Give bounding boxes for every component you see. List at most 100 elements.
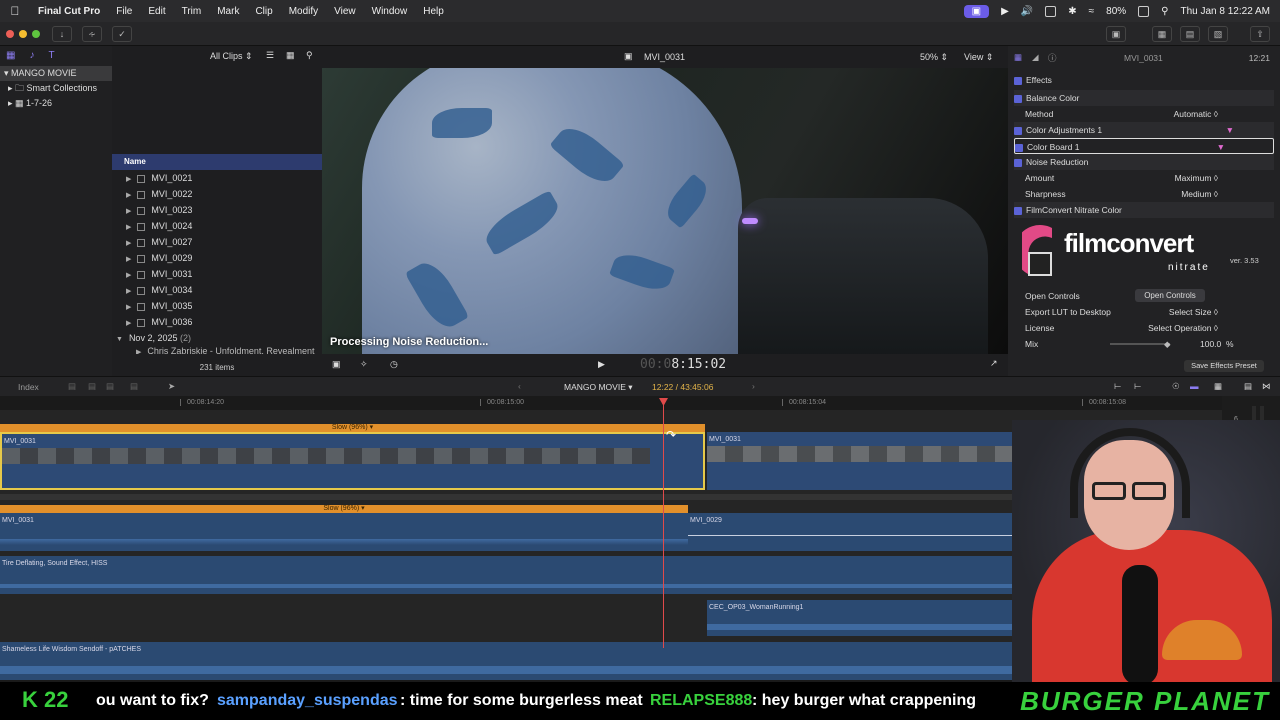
menu-help[interactable]: Help <box>415 6 452 17</box>
list-item[interactable]: ▶ Chris Zabriskie - Unfoldment, Revealmen… <box>112 346 322 354</box>
menu-mark[interactable]: Mark <box>209 6 247 17</box>
list-item[interactable]: ▶ MVI_0024 <box>112 218 322 234</box>
save-effects-preset-button[interactable]: Save Effects Preset <box>1184 360 1264 372</box>
menubar-clock[interactable]: Thu Jan 8 12:22 AM <box>1180 6 1270 17</box>
view-menu[interactable]: View ⇕ <box>964 52 993 63</box>
overwrite-clip-icon[interactable]: ▤ <box>130 381 138 392</box>
battery-icon[interactable] <box>1138 5 1150 17</box>
clip-appearance-icon[interactable]: ▦ <box>1214 381 1222 392</box>
timeline-toggle-icon[interactable]: ▤ <box>1180 26 1200 42</box>
menu-edit[interactable]: Edit <box>140 6 173 17</box>
select-tool-icon[interactable]: ➤ <box>168 381 175 392</box>
amount-select[interactable]: Maximum ◊ <box>1175 170 1218 186</box>
open-controls-button[interactable]: Open Controls <box>1135 289 1205 302</box>
sharpness-select[interactable]: Medium ◊ <box>1181 186 1218 202</box>
video-inspector-tab-icon[interactable]: ▦ <box>1014 52 1022 63</box>
index-button[interactable]: Index <box>18 382 39 392</box>
library-event-1-7-26[interactable]: ▸ ▦ 1-7-26 <box>0 96 112 111</box>
list-item[interactable]: ▶ MVI_0029 <box>112 250 322 266</box>
share-icon[interactable]: ⇧ <box>1250 26 1270 42</box>
effects-section[interactable]: Effects <box>1014 72 1274 88</box>
retime-bar[interactable]: Slow (96%) ▾ <box>0 505 688 513</box>
wifi-icon[interactable]: ≈ <box>1089 6 1095 17</box>
retime-bar[interactable]: Slow (96%) ▾ <box>0 424 705 432</box>
zoom-window-button[interactable] <box>32 30 40 38</box>
transitions-browser-icon[interactable]: ⋈ <box>1262 381 1271 392</box>
bluetooth-icon[interactable]: ✱ <box>1068 6 1076 17</box>
import-icon[interactable]: ↓ <box>52 26 72 42</box>
effect-color-board[interactable]: Color Board 1 ▼ <box>1014 138 1274 154</box>
list-item[interactable]: ▶ MVI_0027 <box>112 234 322 250</box>
play-icon[interactable]: ▶ <box>1001 6 1009 17</box>
background-tasks-icon[interactable]: ✓ <box>112 26 132 42</box>
noise-reduction-checkbox[interactable] <box>1014 158 1022 167</box>
display-icon[interactable] <box>1045 5 1057 17</box>
photos-audio-tab-icon[interactable]: ♪ <box>29 50 34 62</box>
libraries-tab-icon[interactable]: ▦ <box>6 50 15 62</box>
insert-clip-icon[interactable]: ▤ <box>88 381 96 392</box>
timecode-display[interactable]: 00:08:15:02 <box>640 357 726 372</box>
library-mango-movie[interactable]: ▾ MANGO MOVIE <box>0 66 112 81</box>
video-frame[interactable]: Processing Noise Reduction... <box>322 68 1008 354</box>
titles-generators-tab-icon[interactable]: T <box>48 50 54 62</box>
zoom-menu[interactable]: 50% ⇕ <box>920 52 948 63</box>
apple-menu-icon[interactable]:  <box>0 4 30 18</box>
speed-icon[interactable]: ◷ <box>390 359 398 370</box>
balance-color-checkbox[interactable] <box>1014 94 1022 103</box>
audio-clip[interactable]: MVI_0031 <box>0 513 688 551</box>
color-inspector-tab-icon[interactable]: ◢ <box>1032 52 1039 63</box>
app-menu[interactable]: Final Cut Pro <box>30 6 108 17</box>
list-view-icon[interactable]: ☰ <box>266 50 274 61</box>
audio-skimming-icon[interactable]: ⊢ <box>1114 381 1121 392</box>
clip-appearance-icon[interactable]: ▦ <box>286 50 295 61</box>
connect-clip-icon[interactable]: ▤ <box>68 381 76 392</box>
color-board-icon[interactable]: ▼ <box>1226 122 1234 138</box>
list-item[interactable]: ▶ MVI_0022 <box>112 186 322 202</box>
back-icon[interactable]: ‹ <box>518 381 521 391</box>
list-item[interactable]: ▶ MVI_0034 <box>112 282 322 298</box>
color-adjustments-checkbox[interactable] <box>1014 126 1022 135</box>
color-board-checkbox[interactable] <box>1015 143 1023 152</box>
mix-slider[interactable] <box>1110 343 1170 345</box>
effect-color-adjustments[interactable]: Color Adjustments 1 ▼ <box>1014 122 1274 138</box>
menu-trim[interactable]: Trim <box>174 6 210 17</box>
list-item[interactable]: ▶ MVI_0036 <box>112 314 322 330</box>
effects-browser-icon[interactable]: ▤ <box>1244 381 1252 392</box>
menu-modify[interactable]: Modify <box>281 6 326 17</box>
list-item[interactable]: ▶ MVI_0023 <box>112 202 322 218</box>
lut-size-select[interactable]: Select Size ◊ <box>1169 304 1218 320</box>
effect-filmconvert[interactable]: FilmConvert Nitrate Color <box>1014 202 1274 218</box>
snapping-icon[interactable]: ▬ <box>1190 381 1199 391</box>
timeline-ruler[interactable]: 00:08:14:20 00:08:15:00 00:08:15:04 00:0… <box>0 396 1222 410</box>
method-select[interactable]: Automatic ◊ <box>1174 106 1218 122</box>
inspector-toggle-icon[interactable]: ▧ <box>1208 26 1228 42</box>
list-item[interactable]: ▶ MVI_0021 <box>112 170 322 186</box>
browser-toggle-icon[interactable]: ▦ <box>1152 26 1172 42</box>
license-select[interactable]: Select Operation ◊ <box>1148 320 1218 336</box>
menu-clip[interactable]: Clip <box>247 6 280 17</box>
filmconvert-checkbox[interactable] <box>1014 206 1022 215</box>
share-layout-icon[interactable]: ▣ <box>1106 26 1126 42</box>
menu-file[interactable]: File <box>108 6 140 17</box>
screen-record-icon[interactable]: ▣ <box>963 4 990 18</box>
info-tab-icon[interactable]: ⓘ <box>1048 52 1057 64</box>
project-menu[interactable]: MANGO MOVIE ▾ <box>564 382 633 393</box>
close-window-button[interactable] <box>6 30 14 38</box>
forward-icon[interactable]: › <box>752 381 755 391</box>
volume-icon[interactable]: 🔊 <box>1021 6 1033 17</box>
play-button[interactable]: ▶ <box>598 359 605 370</box>
minimize-window-button[interactable] <box>19 30 27 38</box>
effect-balance-color[interactable]: Balance Color <box>1014 90 1274 106</box>
search-icon[interactable]: ⚲ <box>1161 6 1168 17</box>
crop-tool-icon[interactable]: ✧ <box>360 359 368 370</box>
library-smart-collections[interactable]: ▸ 🗀 Smart Collections <box>0 81 112 96</box>
skimming-icon[interactable]: ⊢ <box>1134 381 1141 392</box>
keywords-icon[interactable]: ∻ <box>82 26 102 42</box>
playhead[interactable] <box>663 398 664 648</box>
group-row[interactable]: ▼ Nov 2, 2025 (2) <box>112 330 322 346</box>
mix-value[interactable]: 100.0 <box>1200 336 1221 352</box>
color-board-icon[interactable]: ▼ <box>1217 139 1225 155</box>
mix-slider-knob[interactable]: ◆ <box>1164 336 1171 352</box>
list-item[interactable]: ▶ MVI_0031 <box>112 266 322 282</box>
fullscreen-icon[interactable]: ↗ <box>990 358 998 369</box>
